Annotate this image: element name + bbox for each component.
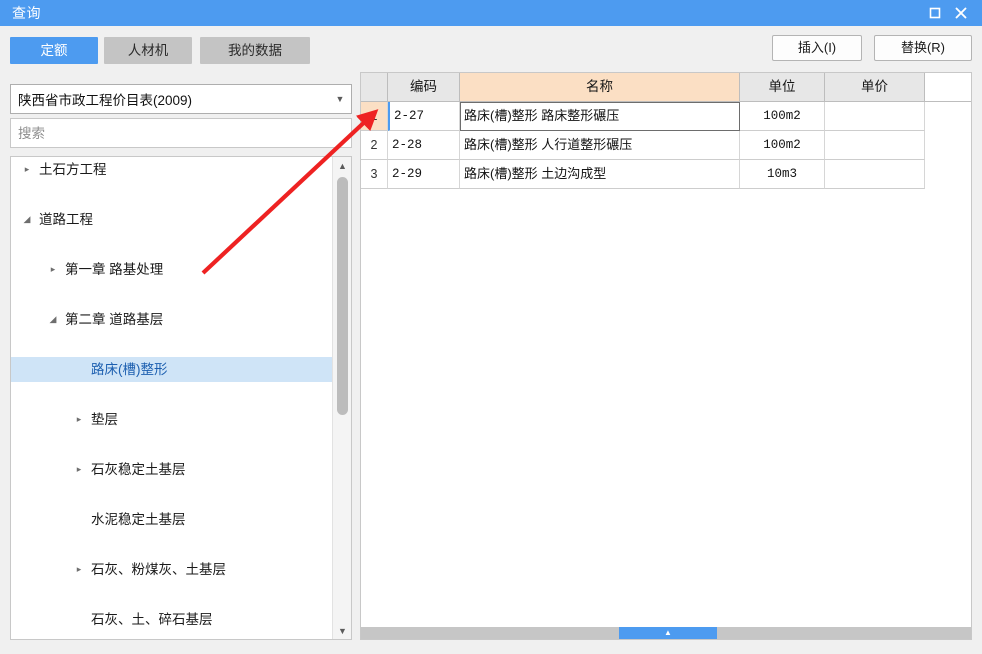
tree-item-label: 第二章 道路基层 [65, 312, 164, 327]
column-header-index[interactable] [361, 73, 388, 102]
query-dialog: 查询 定额 人材机 我的数据 插入(I) 替换(R) 陕西省市政工程价目表(20… [0, 0, 982, 654]
results-grid: 编码 名称 单位 单价 1 2-27 路床(槽)整形 路床整形碾压 100m2 2 2-2… [360, 72, 972, 640]
replace-button[interactable]: 替换(R) [874, 35, 972, 61]
triangle-right-icon[interactable]: ▸ [71, 407, 87, 432]
triangle-right-icon[interactable]: ▸ [45, 257, 61, 282]
grid-cell-filler [925, 160, 971, 189]
table-row[interactable]: 1 2-27 路床(槽)整形 路床整形碾压 100m2 [361, 102, 971, 131]
grid-cell-price[interactable] [825, 131, 925, 160]
grid-cell-index[interactable]: 3 [361, 160, 388, 189]
tree-item[interactable]: ▸ 石灰稳定土基层 [11, 457, 333, 482]
grid-cell-index[interactable]: 1 [361, 102, 388, 131]
tree-item-label: 路床(槽)整形 [91, 362, 168, 377]
triangle-up-icon[interactable]: ▲ [333, 157, 351, 174]
chevron-up-icon: ▲ [664, 628, 672, 637]
catalog-tree: ▸ 土石方工程 ◢ 道路工程 ▸ 第一章 路基处理 ◢ 第二章 道路基层 路床(槽)整形 ▸ 垫层 ▸… [10, 156, 352, 640]
tree-item[interactable]: 路床(槽)整形 [11, 357, 333, 382]
catalog-tree-list: ▸ 土石方工程 ◢ 道路工程 ▸ 第一章 路基处理 ◢ 第二章 道路基层 路床(槽)整形 ▸ 垫层 ▸… [11, 157, 333, 639]
triangle-right-icon[interactable]: ▸ [71, 557, 87, 582]
tab-resources[interactable]: 人材机 [104, 37, 192, 64]
tab-quota[interactable]: 定额 [10, 37, 98, 64]
tree-item[interactable]: ▸ 土石方工程 [11, 157, 333, 182]
bottom-splitter[interactable]: ▲ [361, 627, 971, 639]
table-row[interactable]: 2 2-28 路床(槽)整形 人行道整形碾压 100m2 [361, 131, 971, 160]
chevron-down-icon: ▼ [335, 93, 345, 104]
window-title: 查询 [12, 5, 41, 21]
tree-item-label: 道路工程 [39, 212, 93, 227]
splitter-expand-handle[interactable]: ▲ [619, 627, 717, 639]
tree-item-label: 石灰稳定土基层 [91, 462, 186, 477]
grid-cell-code[interactable]: 2-28 [388, 131, 460, 160]
insert-button[interactable]: 插入(I) [772, 35, 862, 61]
tree-item[interactable]: ▸ 石灰、粉煤灰、土基层 [11, 557, 333, 582]
grid-cell-filler [925, 131, 971, 160]
search-input[interactable] [11, 119, 351, 147]
triangle-down-icon[interactable]: ▼ [333, 622, 351, 639]
triangle-down-icon[interactable]: ◢ [19, 207, 35, 232]
grid-cell-unit[interactable]: 100m2 [740, 102, 825, 131]
search-box[interactable] [10, 118, 352, 148]
tree-scrollbar[interactable]: ▲ ▼ [332, 157, 351, 639]
tree-item-label: 石灰、粉煤灰、土基层 [91, 562, 226, 577]
grid-cell-price[interactable] [825, 160, 925, 189]
table-row[interactable]: 3 2-29 路床(槽)整形 土边沟成型 10m3 [361, 160, 971, 189]
triangle-right-icon[interactable]: ▸ [71, 457, 87, 482]
close-icon[interactable] [948, 0, 974, 26]
triangle-down-icon[interactable]: ◢ [45, 307, 61, 332]
column-header-unit[interactable]: 单位 [740, 73, 825, 102]
grid-cell-name[interactable]: 路床(槽)整形 人行道整形碾压 [460, 131, 740, 160]
tree-item[interactable]: ▸ 垫层 [11, 407, 333, 432]
tree-item[interactable]: ◢ 道路工程 [11, 207, 333, 232]
tree-item[interactable]: 石灰、土、碎石基层 [11, 607, 333, 632]
grid-cell-unit[interactable]: 10m3 [740, 160, 825, 189]
grid-cell-filler [925, 102, 971, 131]
column-header-code[interactable]: 编码 [388, 73, 460, 102]
catalog-select[interactable]: 陕西省市政工程价目表(2009) ▼ [10, 84, 352, 114]
column-header-name[interactable]: 名称 [460, 73, 740, 102]
catalog-panel: 陕西省市政工程价目表(2009) ▼ ▸ 土石方工程 ◢ 道路工程 ▸ 第一章 路基处理 ◢… [10, 84, 352, 640]
tree-item[interactable]: ◢ 第二章 道路基层 [11, 307, 333, 332]
tree-item-label: 垫层 [91, 412, 118, 427]
grid-cell-unit[interactable]: 100m2 [740, 131, 825, 160]
column-header-price[interactable]: 单价 [825, 73, 925, 102]
triangle-right-icon[interactable]: ▸ [19, 157, 35, 182]
window-titlebar: 查询 [0, 0, 982, 26]
tree-item[interactable]: ▸ 第一章 路基处理 [11, 257, 333, 282]
grid-cell-code[interactable]: 2-29 [388, 160, 460, 189]
grid-cell-index[interactable]: 2 [361, 131, 388, 160]
catalog-select-value: 陕西省市政工程价目表(2009) [18, 93, 193, 108]
scrollbar-thumb[interactable] [337, 177, 348, 415]
tab-my-data[interactable]: 我的数据 [200, 37, 310, 64]
tree-item-label: 第一章 路基处理 [65, 262, 164, 277]
column-header-filler [925, 73, 971, 102]
grid-cell-code[interactable]: 2-27 [388, 102, 460, 131]
tree-item-label: 水泥稳定土基层 [91, 512, 186, 527]
tree-item[interactable]: 水泥稳定土基层 [11, 507, 333, 532]
grid-cell-name[interactable]: 路床(槽)整形 土边沟成型 [460, 160, 740, 189]
maximize-icon[interactable] [922, 0, 948, 26]
grid-cell-name[interactable]: 路床(槽)整形 路床整形碾压 [460, 102, 740, 131]
grid-cell-price[interactable] [825, 102, 925, 131]
tree-item-label: 石灰、土、碎石基层 [91, 612, 213, 627]
grid-header-row: 编码 名称 单位 单价 [361, 73, 971, 102]
tree-item-label: 土石方工程 [39, 162, 107, 177]
